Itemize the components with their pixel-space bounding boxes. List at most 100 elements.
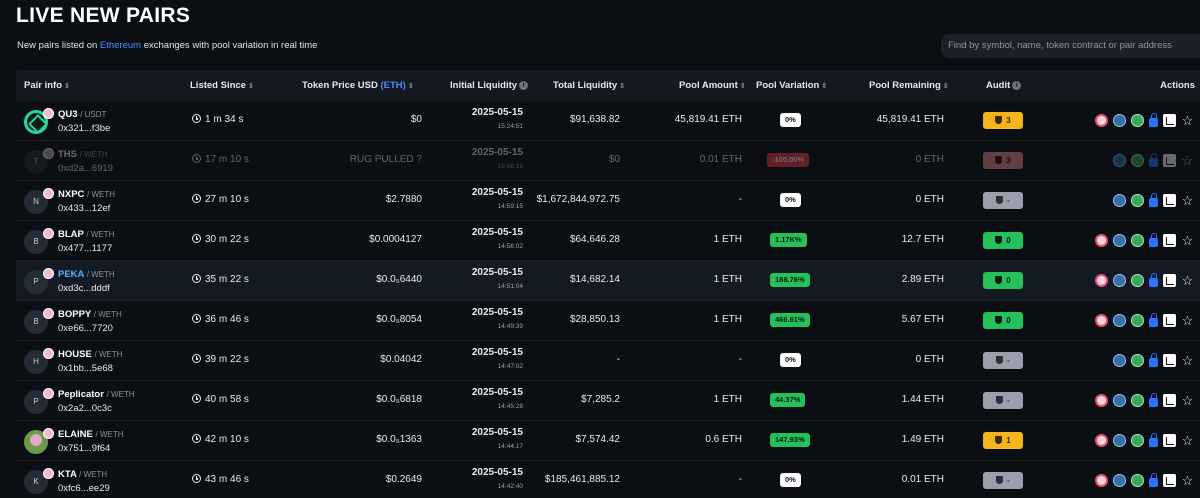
token-sniffer-icon[interactable] [1095,234,1108,247]
audit-badge[interactable]: - [983,352,1023,369]
col-audit[interactable]: Audit i [986,70,1022,101]
col-total-liquidity[interactable]: Total Liquidity ⇕ [553,70,625,101]
table-row[interactable]: QU3 / USDT 0x321...f3be 1 m 34 s $0 2025… [16,101,1200,141]
search-input[interactable] [941,34,1200,58]
dextools-icon[interactable] [1163,474,1176,487]
dextools-icon[interactable] [1163,194,1176,207]
pair-symbol[interactable]: Peplicator / WETH [58,389,135,400]
chart-icon[interactable] [1113,314,1126,327]
lock-icon[interactable] [1149,313,1158,327]
star-icon[interactable]: ☆ [1181,314,1194,327]
table-row[interactable]: ELAINE / WETH 0x751...9f64 42 m 10 s $0.… [16,421,1200,461]
pair-symbol[interactable]: ELAINE / WETH [58,429,124,440]
table-row[interactable]: T THS / WETH 0xd2a...6919 17 m 10 s RUG … [16,141,1200,181]
lock-icon[interactable] [1149,473,1158,487]
audit-badge[interactable]: 0 [983,272,1023,289]
star-icon[interactable]: ☆ [1181,274,1194,287]
dextools-icon[interactable] [1163,274,1176,287]
dextools-icon[interactable] [1163,154,1176,167]
lock-icon[interactable] [1149,393,1158,407]
col-pool-variation[interactable]: Pool Variation ⇕ [756,70,827,101]
pair-address[interactable]: 0x321...f3be [58,123,110,134]
dextools-icon[interactable] [1163,314,1176,327]
chart-icon[interactable] [1113,394,1126,407]
dextools-icon[interactable] [1163,114,1176,127]
pair-symbol[interactable]: NXPC / WETH [58,189,115,200]
globe-icon[interactable] [1131,274,1144,287]
col-listed-since[interactable]: Listed Since ⇕ [190,70,254,101]
audit-badge[interactable]: 3 [983,152,1023,169]
pair-address[interactable]: 0x433...12ef [58,203,110,214]
chart-icon[interactable] [1113,114,1126,127]
lock-icon[interactable] [1149,193,1158,207]
pair-symbol[interactable]: THS / WETH [58,149,108,160]
pair-address[interactable]: 0xfc6...ee29 [58,483,110,494]
lock-icon[interactable] [1149,433,1158,447]
lock-icon[interactable] [1149,353,1158,367]
token-sniffer-icon[interactable] [1095,394,1108,407]
globe-icon[interactable] [1131,434,1144,447]
star-icon[interactable]: ☆ [1181,354,1194,367]
token-sniffer-icon[interactable] [1095,434,1108,447]
pair-address[interactable]: 0x1bb...5e68 [58,363,113,374]
col-pool-remaining[interactable]: Pool Remaining ⇕ [869,70,949,101]
pair-symbol[interactable]: KTA / WETH [58,469,107,480]
audit-badge[interactable]: 1 [983,432,1023,449]
pair-address[interactable]: 0xe66...7720 [58,323,113,334]
globe-icon[interactable] [1131,474,1144,487]
chart-icon[interactable] [1113,154,1126,167]
chart-icon[interactable] [1113,354,1126,367]
dextools-icon[interactable] [1163,354,1176,367]
globe-icon[interactable] [1131,194,1144,207]
audit-badge[interactable]: - [983,472,1023,489]
dextools-icon[interactable] [1163,234,1176,247]
audit-badge[interactable]: 3 [983,112,1023,129]
chain-link[interactable]: Ethereum [100,40,141,51]
audit-badge[interactable]: - [983,392,1023,409]
pair-symbol[interactable]: QU3 / USDT [58,109,106,120]
dextools-icon[interactable] [1163,394,1176,407]
pair-symbol[interactable]: HOUSE / WETH [58,349,122,360]
table-row[interactable]: K KTA / WETH 0xfc6...ee29 43 m 46 s $0.2… [16,461,1200,498]
table-row[interactable]: P Peplicator / WETH 0x2a2...0c3c 40 m 58… [16,381,1200,421]
col-token-price[interactable]: Token Price USD (ETH) ⇕ [302,70,414,101]
pair-address[interactable]: 0x751...9f64 [58,443,110,454]
audit-badge[interactable]: 0 [983,232,1023,249]
lock-icon[interactable] [1149,113,1158,127]
globe-icon[interactable] [1131,354,1144,367]
star-icon[interactable]: ☆ [1181,394,1194,407]
pair-address[interactable]: 0x2a2...0c3c [58,403,112,414]
col-pair-info[interactable]: Pair info ⇕ [24,70,70,101]
star-icon[interactable]: ☆ [1181,474,1194,487]
lock-icon[interactable] [1149,153,1158,167]
lock-icon[interactable] [1149,273,1158,287]
chart-icon[interactable] [1113,234,1126,247]
star-icon[interactable]: ☆ [1181,434,1194,447]
star-icon[interactable]: ☆ [1181,114,1194,127]
chart-icon[interactable] [1113,274,1126,287]
star-icon[interactable]: ☆ [1181,194,1194,207]
pair-symbol[interactable]: BOPPY / WETH [58,309,122,320]
pair-symbol[interactable]: BLAP / WETH [58,229,114,240]
audit-badge[interactable]: - [983,192,1023,209]
globe-icon[interactable] [1131,154,1144,167]
pair-symbol[interactable]: PEKA / WETH [58,269,115,280]
token-sniffer-icon[interactable] [1095,474,1108,487]
table-row[interactable]: H HOUSE / WETH 0x1bb...5e68 39 m 22 s $0… [16,341,1200,381]
pair-address[interactable]: 0xd3c...dddf [58,283,110,294]
globe-icon[interactable] [1131,314,1144,327]
chart-icon[interactable] [1113,474,1126,487]
table-row[interactable]: B BLAP / WETH 0x477...1177 30 m 22 s $0.… [16,221,1200,261]
audit-badge[interactable]: 0 [983,312,1023,329]
token-sniffer-icon[interactable] [1095,274,1108,287]
pair-address[interactable]: 0x477...1177 [58,243,112,254]
table-row[interactable]: N NXPC / WETH 0x433...12ef 27 m 10 s $2.… [16,181,1200,221]
col-initial-liquidity[interactable]: Initial Liquidity i [450,70,529,101]
globe-icon[interactable] [1131,394,1144,407]
dextools-icon[interactable] [1163,434,1176,447]
lock-icon[interactable] [1149,233,1158,247]
star-icon[interactable]: ☆ [1181,234,1194,247]
table-row[interactable]: P PEKA / WETH 0xd3c...dddf 35 m 22 s $0.… [16,261,1200,301]
chart-icon[interactable] [1113,434,1126,447]
globe-icon[interactable] [1131,234,1144,247]
